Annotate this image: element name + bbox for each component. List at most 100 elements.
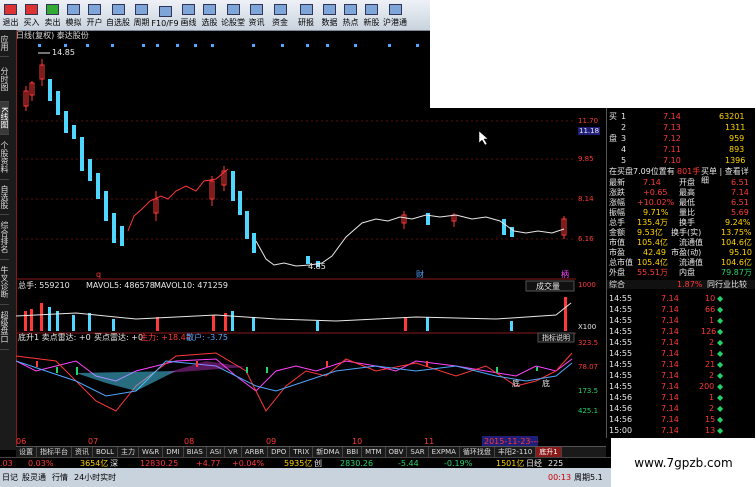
sidetab-watchlist[interactable]: 自选股 [0,180,9,215]
simulate-icon [67,4,80,15]
stock-picker-icon [203,4,216,15]
top-markers [38,44,419,47]
trade-row: 14:55 7.14 2 ◆ [609,338,724,347]
date-07: 07 [88,437,98,446]
toolbar-sim-button[interactable]: 模拟 [63,0,84,30]
period-icon [135,4,148,15]
tag-bottom-2: 底 [542,378,550,388]
retail: 散户: -3.75 [186,332,228,342]
tag-bottom-1: 底 [512,378,520,388]
high-label: 14.85 [52,48,75,57]
watermark: www.7gpzb.com [611,440,756,487]
stat-row: 外盘 55.51万 内盘 79.87万 [609,268,752,277]
main-force: 主力: +18.44 [140,332,191,342]
toolbar-hk-button[interactable]: 沪港通 [382,0,408,30]
quote-panel: 1 7.14 63201 买 2 7.13 1311 3 7.12 959 盘 4 7.11 8… [606,108,755,438]
toolbar-research-button[interactable]: 研报 [293,0,319,30]
stat-row: 振幅 9.71% 量比 5.69 [609,208,749,217]
ask-row: 2 7.13 1311 [621,123,746,132]
data-icon [323,4,336,15]
ask-row: 5 7.10 1396 [621,156,746,165]
trade-row: 14:55 7.14 2 ◆ [609,371,724,380]
toolbar-sell-button[interactable]: 卖出 [42,0,63,30]
toolbar-forum-button[interactable]: 论股堂 [220,0,246,30]
trade-row: 14:55 7.14 1 ◆ [609,316,724,325]
marker-bing: 柄 [561,269,569,279]
toolbar-hot-button[interactable]: 热点 [340,0,361,30]
trade-row: 14:55 7.14 21 ◆ [609,360,724,369]
stat-row: 涨幅 +10.02% 最低 6.51 [609,198,749,207]
fund-icon [273,4,287,15]
news-icon [250,4,263,15]
toolbar-period-button[interactable]: 周期 [131,0,152,30]
forum-icon [226,4,240,15]
toolbar-watchlist-button[interactable]: 自选股 [105,0,131,30]
hk-connect-icon [388,4,402,15]
volume-total: 总手: 559210 [18,280,70,290]
toolbar-data-button[interactable]: 数据 [319,0,340,30]
exit-icon [4,4,17,15]
marker-fin: 财 [416,269,424,279]
ask-row: 4 7.11 893 [621,145,745,154]
stat-row: 总手 135.4万 换手 9.24% [609,218,751,227]
toolbar-ipo-button[interactable]: 新股 [361,0,382,30]
low-label: 4.85 [308,262,326,271]
toolbar-news-button[interactable]: 资讯 [246,0,267,30]
toolbar-draw-button[interactable]: 画线 [178,0,199,30]
volume-bars [16,297,572,331]
sidetab-profile[interactable]: 个股资料 [0,135,9,180]
indicator-lines [16,352,573,412]
industry-compare-link[interactable]: 同行业比较 [707,280,747,289]
toolbar-f10-button[interactable]: F10/F9 [151,0,179,30]
date-highlight: 2015-11-23--- [484,437,539,446]
mouse-cursor-icon [478,130,489,146]
blank-area [430,0,756,108]
draw-line-icon [182,4,195,15]
ipo-icon [365,4,378,15]
trade-row: 14:55 7.14 10 ◆ [609,294,724,303]
stat-row: 市盈 42.49 市盈(动) 95.10 [609,248,752,257]
trade-row: 14:55 7.14 1 ◆ [609,349,724,358]
trade-row: 14:56 7.14 15 ◆ [609,415,724,424]
stat-row: 涨跌 +0.65 最高 7.14 [609,188,749,197]
toolbar-fund-button[interactable]: 资金 [267,0,293,30]
svg-text:指标说明: 指标说明 [542,333,570,342]
toolbar-exit-button[interactable]: 退出 [0,0,21,30]
trade-row: 14:55 7.14 66 ◆ [609,305,724,314]
indicator-help-button[interactable]: 指标说明 [537,332,575,343]
clock: 00:13 [548,473,572,482]
sidetab-apps[interactable]: 应用 [0,30,9,57]
trade-row: 14:56 7.14 1 ◆ [609,393,724,402]
toolbar-buy-button[interactable]: 买入 [21,0,42,30]
sidetab-ranking[interactable]: 综合排名 [0,215,9,260]
hot-icon [344,4,357,15]
sidetab-orderbook[interactable]: 超级盘口 [0,305,9,350]
f10-icon [158,6,172,17]
stat-row: 最新 7.14 开盘 6.51 [609,178,749,187]
status-bar: 日记 股灵通 行情 24小时实时 00:13 周期5.1 [0,468,611,487]
mavol5: MAVOL5: 486578 [86,281,155,290]
sell-icon [46,4,59,15]
toolbar-picker-button[interactable]: 选股 [199,0,220,30]
sidetab-intraday[interactable]: 分时图 [0,57,9,102]
buy-radar: 买点雷达: +0 [94,332,143,342]
window-title: 日线(复权) 泰达股份 [16,31,89,40]
date-09: 09 [266,437,276,446]
date-11: 11 [424,437,434,446]
volume-dropdown[interactable]: 成交量 [525,280,575,292]
marker-q: q [96,270,101,279]
trade-row: 14:55 7.14 200 ◆ [609,382,724,391]
side-tabs: 应用 分时图 K线图 个股资料 自选股 综合排名 牛叉诊断 超级盘口 [0,30,17,450]
sidetab-kline[interactable]: K线图 [0,102,9,135]
main-toolbar: 退出 买入 卖出 模拟 开户 自选股 周期 F10/F9 画线 选股 论股堂 资… [0,0,430,31]
composite-row: 综合 1.87% 同行业比较 [607,280,755,289]
queue-line: 在买盘7.09位置有 801手 买单 | 查看详细 [607,167,755,185]
account-icon [88,4,101,15]
toolbar-account-button[interactable]: 开户 [84,0,105,30]
side-label-pan: 盘 [609,134,617,143]
mavol10: MAVOL10: 471259 [154,281,228,290]
watchlist-icon [111,4,125,15]
sidetab-diagnosis[interactable]: 牛叉诊断 [0,260,9,305]
date-10: 10 [352,437,362,446]
research-icon [299,4,313,15]
